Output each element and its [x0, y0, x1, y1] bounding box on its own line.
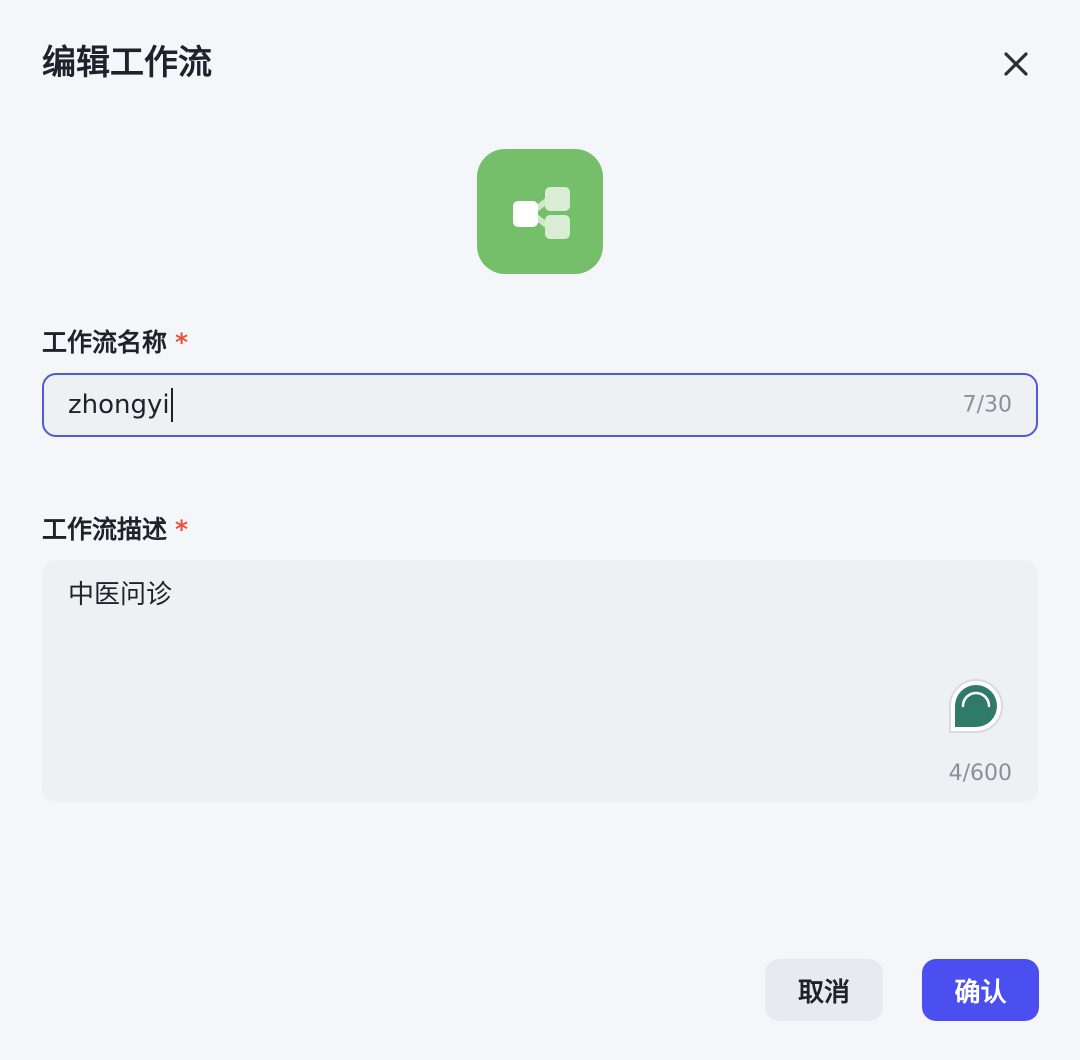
workflow-name-char-count: 7/30	[962, 392, 1012, 418]
dialog-title: 编辑工作流	[42, 43, 212, 83]
confirm-button[interactable]: 确认	[922, 959, 1039, 1021]
edit-workflow-dialog: 编辑工作流 工作流名称* zhongyi 7/30 工作流描述* 中医问诊	[0, 0, 1080, 1060]
text-caret	[170, 388, 173, 422]
close-icon	[1004, 52, 1028, 76]
required-mark: *	[175, 515, 189, 544]
workflow-name-value: zhongyi	[68, 390, 170, 420]
cancel-button[interactable]: 取消	[765, 959, 883, 1021]
workflow-name-input[interactable]: zhongyi 7/30	[42, 373, 1038, 437]
workflow-description-label: 工作流描述 *	[42, 515, 189, 544]
workflow-description-value: 中医问诊	[68, 580, 173, 610]
close-button[interactable]	[994, 42, 1038, 86]
required-mark: *	[175, 328, 189, 357]
workflow-icon	[513, 186, 570, 239]
workflow-app-icon[interactable]	[477, 149, 603, 274]
workflow-name-label: 工作流名称 *	[42, 328, 189, 357]
assistant-bubble-icon	[949, 679, 1003, 733]
workflow-description-char-count: 4/600	[948, 761, 1012, 786]
assistant-button[interactable]	[946, 676, 1006, 736]
workflow-description-textarea[interactable]: 中医问诊 4/600	[42, 560, 1038, 802]
